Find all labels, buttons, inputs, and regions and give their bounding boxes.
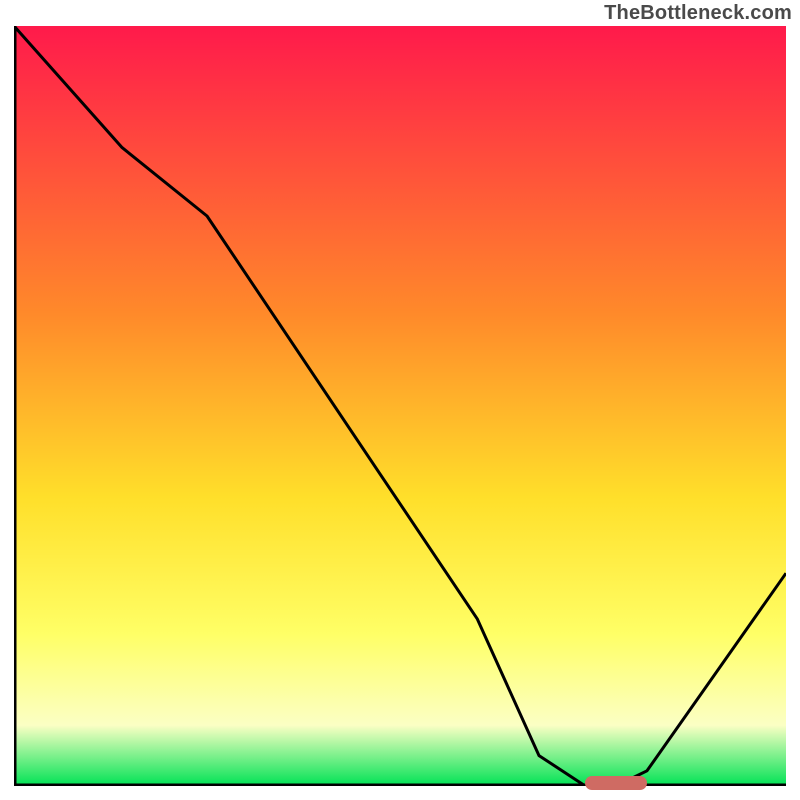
chart-root: TheBottleneck.com [0, 0, 800, 800]
gradient-background [14, 26, 786, 786]
watermark-text: TheBottleneck.com [604, 2, 792, 25]
bottleneck-plot [14, 26, 786, 786]
optimal-range-marker [585, 776, 647, 790]
